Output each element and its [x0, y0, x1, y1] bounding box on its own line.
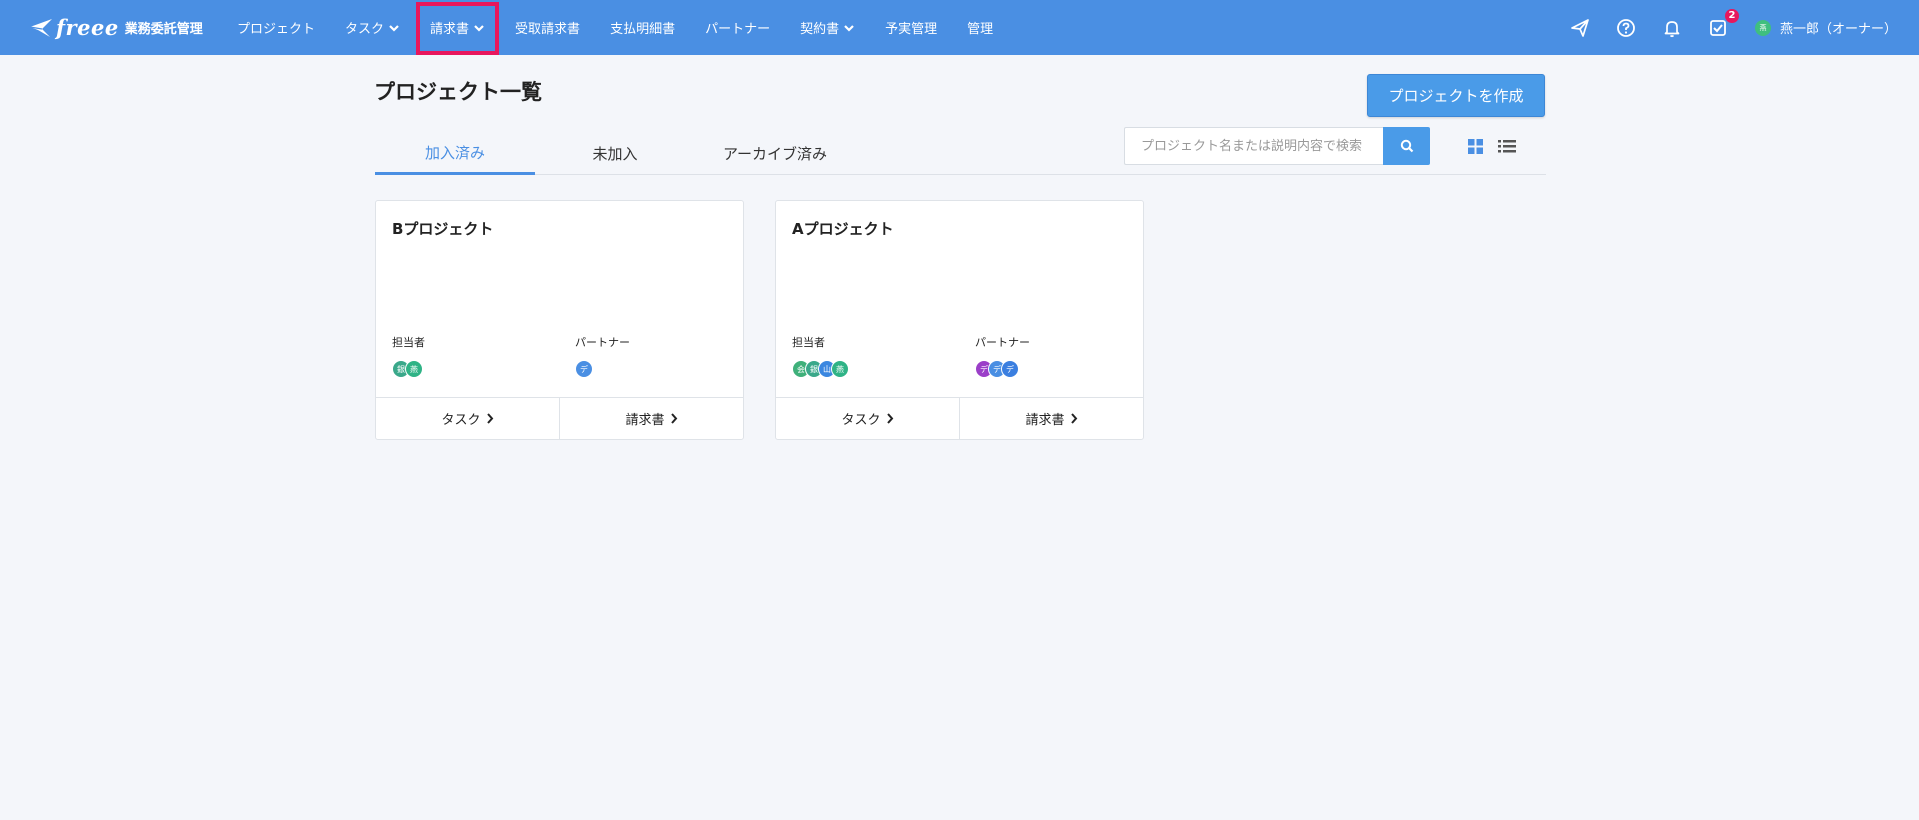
- nav-item-contracts[interactable]: 契約書: [785, 0, 870, 55]
- nav-label: 受取請求書: [515, 22, 581, 37]
- chevron-down-icon: [389, 24, 399, 32]
- assignee-label: 担当者: [792, 336, 825, 349]
- nav-item-partners[interactable]: パートナー: [690, 0, 785, 55]
- user-name: 燕一郎（オーナー）: [1779, 22, 1897, 37]
- freee-bird-icon: [29, 19, 52, 37]
- project-card[interactable]: Aプロジェクト 担当者 パートナー 会 銀 山 燕 デ デ デ タスク 請求書: [775, 200, 1144, 440]
- card-invoices-link[interactable]: 請求書: [559, 398, 743, 439]
- chevron-right-icon: [1070, 413, 1077, 424]
- chevron-down-icon: [844, 24, 854, 32]
- avatar: 燕: [831, 360, 849, 378]
- grid-view-icon[interactable]: [1465, 136, 1485, 156]
- card-footer: タスク 請求書: [376, 397, 743, 439]
- page-title: プロジェクト一覧: [374, 80, 542, 104]
- nav-label: 管理: [967, 22, 994, 37]
- chevron-down-icon: [474, 24, 484, 32]
- search-input[interactable]: [1124, 127, 1383, 165]
- task-check-icon[interactable]: 2: [1707, 8, 1739, 39]
- chevron-right-icon: [486, 413, 493, 424]
- project-card[interactable]: Bプロジェクト 担当者 パートナー 銀 燕 デ タスク 請求書: [375, 200, 744, 440]
- tab-archived[interactable]: アーカイブ済み: [695, 132, 855, 175]
- user-menu[interactable]: 燕 燕一郎（オーナー）: [1754, 18, 1897, 37]
- avatar: 燕: [405, 360, 423, 378]
- card-invoices-link[interactable]: 請求書: [959, 398, 1143, 439]
- nav-label: 支払明細書: [610, 22, 676, 37]
- nav-item-invoices[interactable]: 請求書: [415, 0, 500, 55]
- help-icon[interactable]: [1615, 17, 1637, 39]
- chevron-right-icon: [886, 413, 893, 424]
- tab-not-joined[interactable]: 未加入: [535, 132, 695, 175]
- partner-avatars: デ デ デ: [975, 360, 1019, 378]
- card-footer: タスク 請求書: [776, 397, 1143, 439]
- card-tasks-link[interactable]: タスク: [776, 398, 959, 439]
- card-link-label: 請求書: [625, 413, 665, 428]
- nav-label: タスク: [345, 22, 385, 37]
- nav-item-received-invoices[interactable]: 受取請求書: [500, 0, 595, 55]
- header-actions: 2 燕 燕一郎（オーナー）: [1557, 0, 1897, 55]
- nav-item-admin[interactable]: 管理: [952, 0, 1008, 55]
- list-view-icon[interactable]: [1497, 136, 1517, 156]
- nav-item-payment-statements[interactable]: 支払明細書: [595, 0, 690, 55]
- partner-label: パートナー: [575, 336, 630, 349]
- project-card-title: Bプロジェクト: [392, 220, 494, 238]
- nav-label: 予実管理: [885, 22, 938, 37]
- search-icon: [1400, 139, 1413, 153]
- avatar: デ: [1001, 360, 1019, 378]
- nav-label: 契約書: [800, 22, 840, 37]
- brand-logo[interactable]: freee 業務委託管理: [28, 13, 203, 41]
- nav-item-projects[interactable]: プロジェクト: [222, 0, 330, 55]
- nav-label: 請求書: [430, 22, 470, 37]
- partner-avatars: デ: [575, 360, 593, 378]
- bell-icon[interactable]: [1661, 17, 1683, 39]
- brand-name: freee: [56, 14, 119, 40]
- tab-joined[interactable]: 加入済み: [375, 132, 535, 175]
- card-link-label: 請求書: [1025, 413, 1065, 428]
- nav-item-tasks[interactable]: タスク: [330, 0, 415, 55]
- card-tasks-link[interactable]: タスク: [376, 398, 559, 439]
- avatar: デ: [575, 360, 593, 378]
- search-button[interactable]: [1383, 127, 1430, 165]
- card-link-label: タスク: [841, 413, 881, 428]
- nav-label: パートナー: [705, 22, 771, 37]
- assignee-avatars: 会 銀 山 燕: [792, 360, 849, 378]
- assignee-label: 担当者: [392, 336, 425, 349]
- task-count-badge: 2: [1724, 8, 1739, 23]
- card-link-label: タスク: [441, 413, 481, 428]
- chevron-right-icon: [670, 413, 677, 424]
- nav-item-budget[interactable]: 予実管理: [870, 0, 952, 55]
- send-icon[interactable]: [1569, 17, 1591, 39]
- avatar: 燕: [1754, 19, 1771, 36]
- create-project-button[interactable]: プロジェクトを作成: [1367, 74, 1545, 117]
- project-card-title: Aプロジェクト: [792, 220, 894, 238]
- search-box: [1124, 127, 1430, 165]
- partner-label: パートナー: [975, 336, 1030, 349]
- assignee-avatars: 銀 燕: [392, 360, 423, 378]
- nav-label: プロジェクト: [237, 22, 316, 37]
- top-navigation-bar: freee 業務委託管理 プロジェクト タスク 請求書 受取請求書 支払明細書 …: [0, 0, 1919, 55]
- brand-subtitle: 業務委託管理: [124, 21, 203, 37]
- main-nav: プロジェクト タスク 請求書 受取請求書 支払明細書 パートナー 契約書 予実管…: [222, 0, 1008, 55]
